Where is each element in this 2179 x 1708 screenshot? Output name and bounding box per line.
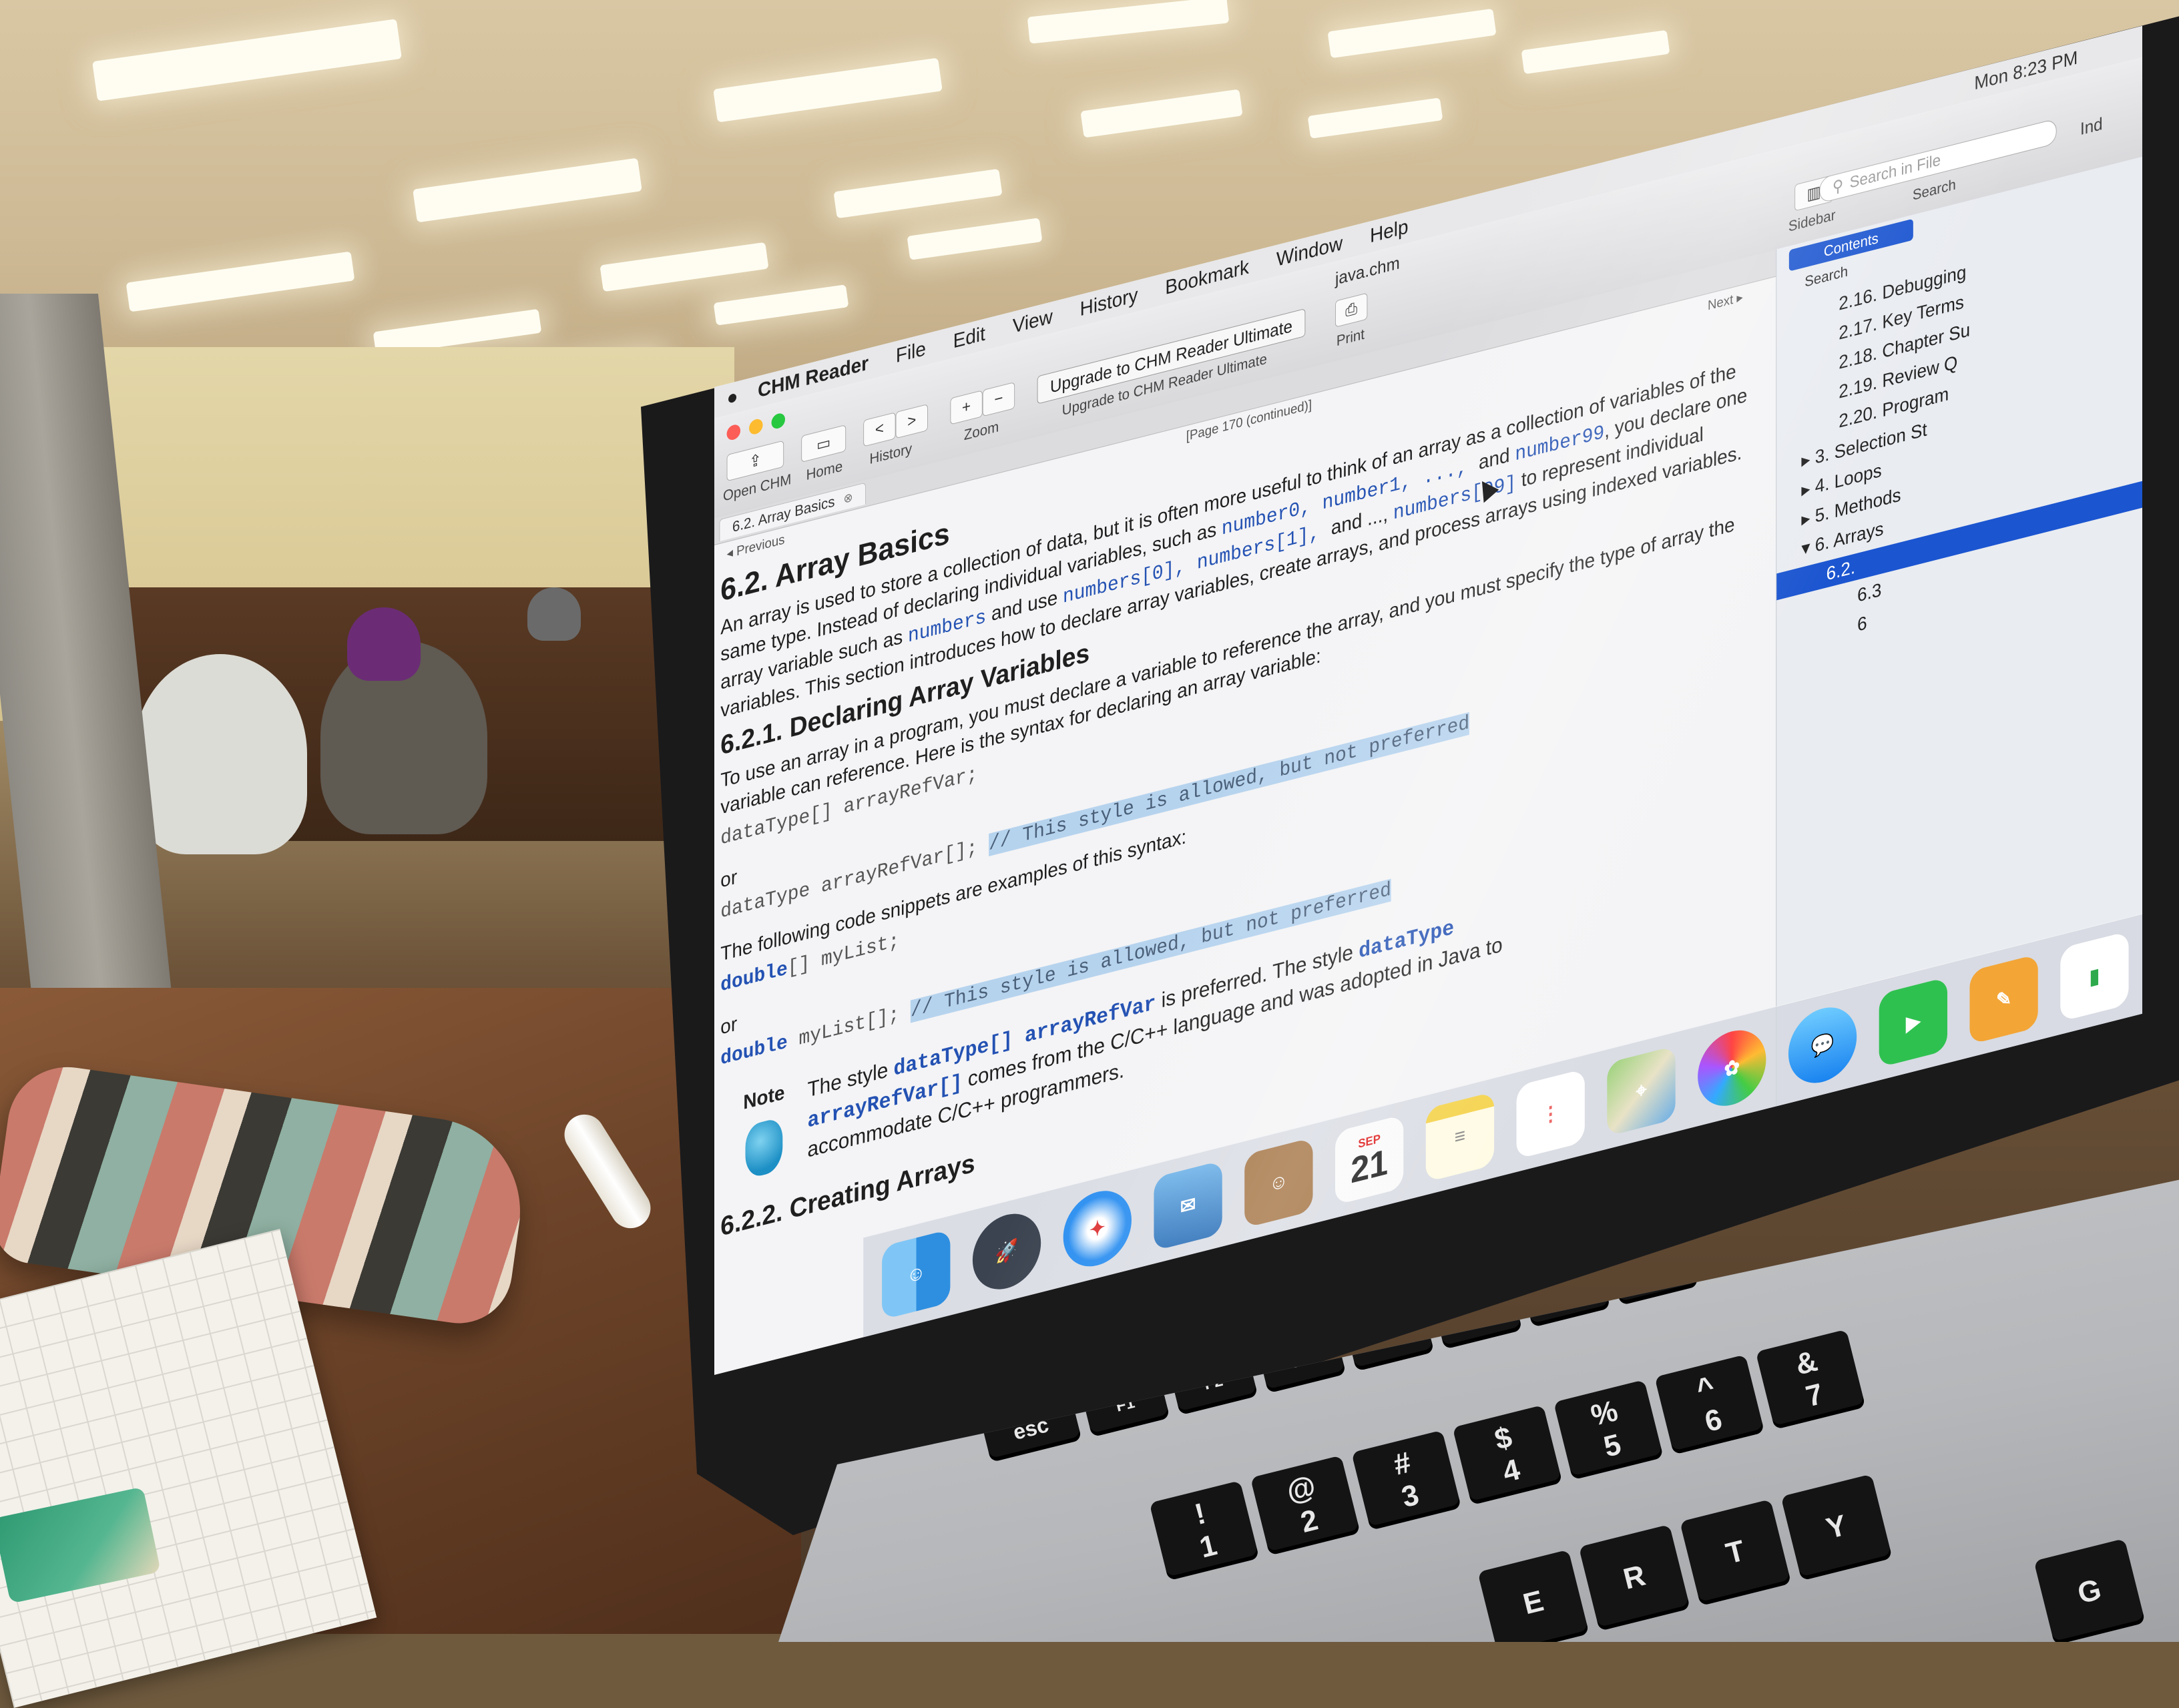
menu-edit[interactable]: Edit — [953, 322, 985, 353]
ceiling-light — [126, 251, 355, 312]
numbers-icon[interactable]: ▮ — [2060, 930, 2129, 1022]
key-1[interactable]: ! 1 — [1149, 1480, 1260, 1581]
ceiling-light — [1080, 89, 1243, 138]
keyboard-qwerty-row: E R T Y — [1477, 1474, 1893, 1642]
ceiling-light — [713, 57, 943, 123]
maps-icon[interactable]: ⌖ — [1607, 1045, 1676, 1137]
home-button[interactable]: ▭ — [801, 424, 846, 463]
note-vase-icon — [745, 1117, 783, 1180]
messages-icon[interactable]: 💬 — [1788, 999, 1857, 1091]
close-tab-icon[interactable]: ⊗ — [844, 490, 853, 507]
sidebar-label: Sidebar — [1788, 206, 1836, 235]
ceiling-light — [1307, 97, 1443, 139]
key-t[interactable]: T — [1680, 1499, 1792, 1607]
sidebar-item-6-x[interactable]: 6 — [1857, 612, 1867, 636]
photos-icon[interactable]: ✿ — [1698, 1023, 1766, 1114]
calendar-icon[interactable]: SEP 21 — [1335, 1114, 1404, 1205]
zoom-label: Zoom — [963, 418, 999, 444]
close-window-button[interactable] — [726, 423, 741, 442]
key-e[interactable]: E — [1477, 1549, 1590, 1642]
student-figure — [527, 587, 581, 641]
apple-menu-icon[interactable]: ● — [727, 385, 738, 410]
ceiling-light — [1521, 29, 1670, 75]
window-title: java.chm — [1335, 252, 1400, 289]
ceiling-light — [599, 242, 769, 292]
note-badge: Note — [720, 1076, 807, 1186]
print-button[interactable]: ⎙ — [1335, 292, 1368, 328]
sidebar-item-6-3[interactable]: 6.3 — [1857, 579, 1881, 607]
key-y[interactable]: Y — [1780, 1474, 1893, 1581]
key-7[interactable]: & 7 — [1755, 1329, 1866, 1430]
index-tab-label[interactable]: Ind — [2080, 113, 2103, 140]
student-figure — [347, 607, 421, 681]
ceiling-light — [413, 158, 642, 223]
history-label: History — [869, 440, 913, 468]
reminders-icon[interactable]: ⋮ — [1516, 1069, 1585, 1159]
ceiling-light — [1027, 0, 1230, 44]
facetime-icon[interactable]: ▶ — [1879, 976, 1947, 1068]
pages-icon[interactable]: ✎ — [1969, 954, 2038, 1045]
key-2[interactable]: @ 2 — [1250, 1455, 1361, 1556]
finder-icon[interactable]: ☺ — [882, 1229, 951, 1320]
key-4[interactable]: $ 4 — [1452, 1404, 1563, 1506]
ceiling-light — [713, 284, 849, 326]
search-label: Search — [1912, 176, 1956, 204]
safari-icon[interactable]: ✦ — [1063, 1183, 1132, 1274]
zoom-window-button[interactable] — [771, 412, 786, 431]
student-figure — [134, 654, 307, 854]
key-5[interactable]: % 5 — [1553, 1380, 1664, 1480]
key-r[interactable]: R — [1578, 1524, 1690, 1631]
zoom-out-button[interactable]: − — [982, 382, 1015, 417]
notes-icon[interactable]: ≡ — [1425, 1091, 1495, 1183]
ceiling-light — [907, 218, 1043, 260]
key-6[interactable]: ^ 6 — [1654, 1354, 1765, 1455]
ceiling-light — [92, 19, 402, 101]
launchpad-icon[interactable]: 🚀 — [972, 1206, 1041, 1298]
home-label: Home — [806, 457, 843, 484]
search-icon: ⚲ — [1832, 176, 1844, 197]
zoom-in-button[interactable]: + — [950, 390, 983, 425]
ceiling-light — [1327, 8, 1497, 59]
back-button[interactable]: < — [863, 412, 896, 447]
minimize-window-button[interactable] — [749, 417, 763, 436]
keyboard-home-row: G — [2033, 1538, 2146, 1642]
mail-icon[interactable]: ✉ — [1154, 1160, 1222, 1251]
key-g[interactable]: G — [2033, 1538, 2146, 1642]
contacts-icon[interactable]: ☺ — [1244, 1137, 1313, 1229]
note-title: Note — [743, 1081, 785, 1115]
calendar-day: 21 — [1351, 1141, 1389, 1191]
key-3[interactable]: # 3 — [1351, 1430, 1462, 1530]
forward-button[interactable]: > — [895, 404, 928, 439]
menu-file[interactable]: File — [896, 338, 926, 368]
print-label: Print — [1336, 325, 1365, 350]
ceiling-light — [833, 168, 1003, 219]
